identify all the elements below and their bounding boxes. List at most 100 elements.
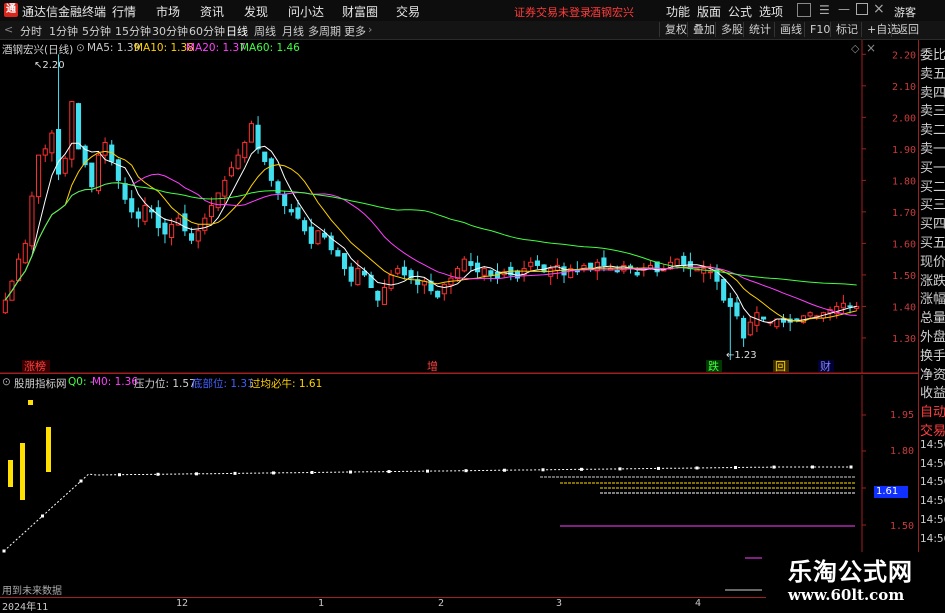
period-multi[interactable]: 多周期 [308, 23, 341, 39]
candle-body [474, 262, 481, 273]
maximize-icon[interactable] [856, 3, 868, 15]
btn-biaoji[interactable]: 标记 [830, 22, 863, 37]
indicator-sub-chart[interactable]: ⊙ 股朋指标网 Q0: - M0: 1.36 压力位: 1.57 底部位: 1.… [0, 375, 866, 597]
menu-wenxiaoda[interactable]: 问小达 [288, 3, 324, 20]
quote-panel-item-9: 买四 [920, 217, 945, 233]
period-5min[interactable]: 5分钟 [82, 23, 111, 39]
btn-back[interactable]: 返回 [891, 22, 924, 37]
period-60min[interactable]: 60分钟 [189, 23, 225, 39]
candle-body [115, 159, 121, 181]
ma5-label: MA5: 1.39 [87, 42, 141, 54]
quote-panel-item-13: 涨幅 [920, 292, 945, 308]
menu-gongneng[interactable]: 功能 [666, 3, 690, 20]
login-warning[interactable]: 证券交易未登录 [514, 4, 591, 20]
candle-body [222, 179, 228, 197]
current-stock-name: 酒钢宏兴 [590, 6, 634, 19]
user-label[interactable]: 游客 [894, 4, 916, 20]
current-value-tag: 1.61 [874, 486, 908, 498]
menu-hangqing[interactable]: 行情 [112, 3, 136, 20]
menu-faxian[interactable]: 发现 [244, 3, 268, 20]
period-monthly[interactable]: 月线 [282, 23, 304, 39]
indicator-cross: 过均必牛: 1.61 [250, 378, 323, 390]
candle-body [55, 129, 62, 175]
quote-panel-item-0: 委比 [920, 48, 945, 63]
event-tag: 跌 [708, 359, 719, 373]
ma10-label: MA10: 1.38 [134, 42, 194, 54]
price-axis-label: 2.00 [892, 113, 916, 124]
quote-panel-item-8: 买三 [920, 198, 945, 214]
candle-body [49, 132, 55, 154]
period-more-arrow-icon[interactable]: › [368, 23, 372, 36]
menu-caifuquan[interactable]: 财富圈 [342, 3, 378, 20]
candle-body [534, 260, 540, 266]
sub-axis-label-1: 1.95 [890, 410, 915, 421]
minimize-icon[interactable]: — [838, 2, 850, 16]
indicator-footnote: 用到未来数据 [2, 586, 62, 597]
indicator-dot [387, 470, 391, 474]
candle-body [208, 205, 215, 218]
period-15min[interactable]: 15分钟 [115, 23, 151, 39]
period-1min[interactable]: 1分钟 [49, 23, 78, 39]
indicator-dot [272, 471, 275, 475]
candle-body [69, 101, 75, 160]
quote-panel-item-15: 外盘 [920, 330, 945, 345]
ma10-line [4, 150, 857, 322]
candle-body [122, 183, 128, 200]
candle-body [435, 290, 441, 298]
quote-panel-item-11: 现价 [920, 254, 945, 270]
indicator-toggle-icon[interactable]: ⊙ [2, 376, 11, 388]
main-kline-chart[interactable]: 2.20 2.10 2.00 1.90 1.80 1.70 1.60 1.50 1.40 1.30… [0, 40, 918, 374]
ma60-label: MA60: 1.46 [240, 42, 300, 54]
candle-body [95, 154, 102, 192]
close-icon[interactable]: × [873, 1, 885, 17]
candle-body [514, 270, 521, 279]
menu-jiaoyi[interactable]: 交易 [396, 3, 420, 20]
indicator-dot [2, 549, 6, 553]
chart-close-icon[interactable]: × [866, 41, 876, 55]
price-axis-label: 1.40 [892, 302, 916, 313]
quote-panel-item-7: 买二 [920, 179, 945, 195]
period-30min[interactable]: 30分钟 [152, 23, 188, 39]
menu-gongshi[interactable]: 公式 [728, 3, 752, 20]
indicator-dot [79, 479, 83, 483]
candle-body [255, 124, 261, 150]
quote-panel-item-26: 14:56 [920, 532, 945, 545]
candle-body [22, 242, 28, 264]
ma-toggle-icon[interactable]: ⊙ [76, 42, 85, 54]
menu-shichang[interactable]: 市场 [156, 3, 180, 20]
candle-body [335, 250, 341, 257]
btn-huaxian[interactable]: 画线 [774, 22, 807, 37]
menu-zixun[interactable]: 资讯 [200, 3, 224, 20]
candle-body [142, 205, 148, 222]
ma5-line [4, 142, 857, 324]
btn-tongji[interactable]: 统计 [743, 22, 776, 37]
indicator-dot [503, 468, 506, 472]
kline-svg: 2.20 2.10 2.00 1.90 1.80 1.70 1.60 1.50 1.40 1.30… [0, 40, 918, 374]
indicator-bar [8, 460, 13, 487]
toolbar-back-icon[interactable]: < [4, 23, 13, 36]
period-daily[interactable]: 日线 [226, 23, 248, 39]
candle-body [135, 211, 141, 219]
indicator-dot [426, 469, 429, 473]
menu-more-icon[interactable]: ☰ [819, 3, 830, 17]
watermark-url: www.60lt.com [788, 586, 905, 604]
event-tag: 财 [820, 359, 831, 373]
period-weekly[interactable]: 周线 [254, 23, 276, 39]
message-icon[interactable] [797, 3, 811, 17]
period-more[interactable]: 更多 [344, 23, 366, 39]
candle-body [721, 278, 727, 301]
candle-body [401, 266, 407, 276]
candle-body [295, 207, 301, 219]
title-bar: 通 通达信金融终端 行情 市场 资讯 发现 问小达 财富圈 交易 证券交易未登录… [0, 0, 945, 22]
quote-panel-item-6: 买一 [920, 160, 945, 176]
candle-body [188, 233, 195, 241]
chart-settings-icon[interactable]: ◇ [851, 42, 859, 55]
ma20-label: MA20: 1.37 [186, 42, 246, 54]
period-fenshi[interactable]: 分时 [20, 23, 42, 39]
menu-xuanxiang[interactable]: 选项 [759, 3, 783, 20]
indicator-dot [772, 465, 776, 469]
date-tick-4: 2 [438, 598, 445, 609]
menu-banmian[interactable]: 版面 [697, 3, 721, 20]
price-axis-label: 1.30 [892, 334, 916, 345]
candle-body [169, 223, 175, 239]
